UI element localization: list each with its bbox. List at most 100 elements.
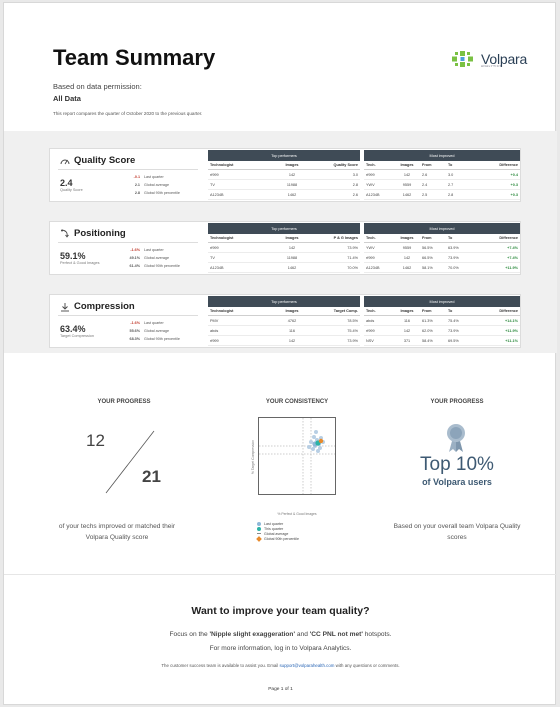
table-row: YWV 9559 56.5% 63.9% +7.4% <box>364 243 520 253</box>
positioning-most-table: Most improved Tech. Images From To Differenc… <box>364 223 520 273</box>
table-row: TV 11988 71.4% <box>208 253 360 263</box>
progress-heading: YOUR PROGRESS <box>97 399 151 405</box>
quality-top-table: Top performers Technologist Images Quality… <box>208 150 360 200</box>
divider <box>58 315 198 316</box>
quality-value: 2.4 <box>60 178 73 188</box>
positioning-sub: Perfect & Good Images <box>60 261 100 265</box>
y-axis-label: % Target Compression <box>251 439 255 475</box>
permission-label: Based on data permission: <box>53 82 142 91</box>
table-row: A1234B 1462 2.5 2.8 +0.3 <box>364 190 520 200</box>
table-row: rf999 142 62.0% 73.9% +11.9% <box>364 326 520 336</box>
hotspot-1: 'Nipple slight exaggeration' <box>209 631 296 638</box>
table-row: rf999 142 3.0 <box>208 170 360 180</box>
quality-most-table: Most improved Tech. Images From To Differenc… <box>364 150 520 200</box>
improved-count: 12 <box>86 431 105 450</box>
permission-value: All Data <box>53 94 81 103</box>
table-heading: Top performers <box>208 223 360 234</box>
divider <box>58 169 198 170</box>
compression-card: Compression 63.4% Target Compression -1.… <box>49 294 521 348</box>
consistency-scatter <box>258 417 336 495</box>
table-heading: Most improved <box>364 223 520 234</box>
table-row: NSV 371 58.4% 69.5% +11.1% <box>364 336 520 346</box>
quality-stat-avg: 2.1 Global average <box>134 183 170 187</box>
logo-subtext: ANALYTICS <box>481 64 502 68</box>
table-header-row: Tech. Images From To Difference <box>364 161 520 170</box>
improve-contact: The customer success team is available t… <box>161 663 400 668</box>
table-heading: Top performers <box>208 150 360 161</box>
gauge-icon <box>60 159 70 164</box>
consistency-heading: YOUR CONSISTENCY <box>265 399 329 405</box>
quality-sub: Quality Score <box>60 188 83 192</box>
support-email-link[interactable]: support@volparahealth.com <box>279 663 334 668</box>
volpara-mark-icon <box>452 51 473 67</box>
table-header-row: Technologist Images Target Comp. <box>208 307 360 316</box>
quality-stat-last: -0.1 Last quarter <box>133 175 164 179</box>
ranking-text: Based on your overall team Volpara Quali… <box>393 523 521 541</box>
table-row: YWV 9559 2.4 2.7 +0.3 <box>364 180 520 190</box>
compression-stat-avg: 55.6% Global average <box>129 329 170 333</box>
compression-icon <box>61 302 69 311</box>
table-heading: Top performers <box>208 296 360 307</box>
positioning-icon <box>61 229 69 238</box>
compression-title-text: Compression <box>74 301 135 312</box>
improve-login: For more information, log in to Volpara … <box>209 645 352 652</box>
table-header-row: Tech. Images From To Difference <box>364 234 520 243</box>
compression-title: Compression <box>60 301 135 312</box>
volpara-logo: Volpara ANALYTICS <box>448 49 527 69</box>
ranking-sub: of Volpara users <box>422 477 492 487</box>
positioning-title-text: Positioning <box>74 228 126 239</box>
table-row: rf999 142 66.5% 73.9% +7.4% <box>364 253 520 263</box>
positioning-title: Positioning <box>60 228 126 239</box>
compression-top-table: Top performers Technologist Images Target … <box>208 296 360 346</box>
hotspot-2: 'CC PNL not met' <box>309 631 363 638</box>
improve-title: Want to improve your team quality? <box>191 605 370 617</box>
improve-hotspots: Focus on the 'Nipple slight exaggeration… <box>169 631 392 638</box>
quality-title-text: Quality Score <box>74 155 136 166</box>
table-row: PMV 4762 78.5% <box>208 316 360 326</box>
table-heading: Most improved <box>364 296 520 307</box>
positioning-card: Positioning 59.1% Perfect & Good Images … <box>49 221 521 275</box>
table-row: A1234B 1462 58.1% 70.0% +11.9% <box>364 263 520 273</box>
table-row: rf999 142 2.6 3.0 +0.4 <box>364 170 520 180</box>
total-count: 21 <box>142 467 161 486</box>
scatter-legend: Last quarter This quarter Global average… <box>256 521 299 542</box>
table-row: TV 11988 2.8 <box>208 180 360 190</box>
positioning-stat-90: 61.4% Global 90th percentile <box>129 264 180 268</box>
table-row: rf999 142 73.9% <box>208 336 360 346</box>
table-row: A1234B 1462 70.0% <box>208 263 360 273</box>
x-axis-label: % Perfect & Good Images <box>277 512 317 516</box>
compression-most-table: Most improved Tech. Images From To Differenc… <box>364 296 520 346</box>
report-page: Team Summary Volpara ANALYTICS Based on … <box>3 2 557 705</box>
metrics-band: Quality Score 2.4 Quality Score -0.1 Last… <box>4 131 557 353</box>
ranking-value: Top 10% <box>420 454 494 475</box>
table-row: abds 116 75.4% <box>208 326 360 336</box>
page-title: Team Summary <box>53 45 216 70</box>
table-header-row: Tech. Images From To Difference <box>364 307 520 316</box>
ranking-heading: YOUR PROGRESS <box>430 399 484 405</box>
divider <box>58 242 198 243</box>
table-heading: Most improved <box>364 150 520 161</box>
compression-stat-90: 68.3% Global 90th percentile <box>129 337 180 341</box>
comparison-note: This report compares the quarter of Octo… <box>53 111 203 116</box>
positioning-top-table: Top performers Technologist Images P & G I… <box>208 223 360 273</box>
medal-icon <box>447 424 465 452</box>
table-row: A1234B 1462 2.6 <box>208 190 360 200</box>
scatter-plot <box>259 418 335 494</box>
section-divider <box>4 574 557 575</box>
compression-stat-last: -1.6% Last quarter <box>130 321 164 325</box>
positioning-stat-avg: 49.1% Global average <box>129 256 170 260</box>
legend-item: Global 90th percentile <box>256 535 299 542</box>
table-row: rf999 142 73.9% <box>208 243 360 253</box>
quality-score-card: Quality Score 2.4 Quality Score -0.1 Last… <box>49 148 521 202</box>
quality-stat-90: 2.8 Global 90th percentile <box>134 191 180 195</box>
positioning-value: 59.1% <box>60 251 86 261</box>
table-header-row: Technologist Images Quality Score <box>208 161 360 170</box>
compression-sub: Target Compression <box>60 334 94 338</box>
table-header-row: Technologist Images P & G Images <box>208 234 360 243</box>
positioning-stat-last: -1.6% Last quarter <box>130 248 164 252</box>
page-number: Page 1 of 1 <box>268 687 293 692</box>
quality-title: Quality Score <box>60 155 135 166</box>
progress-text: of your techs improved or matched their … <box>58 523 176 541</box>
compression-value: 63.4% <box>60 324 86 334</box>
table-row: abds 116 61.3% 75.4% +14.1% <box>364 316 520 326</box>
